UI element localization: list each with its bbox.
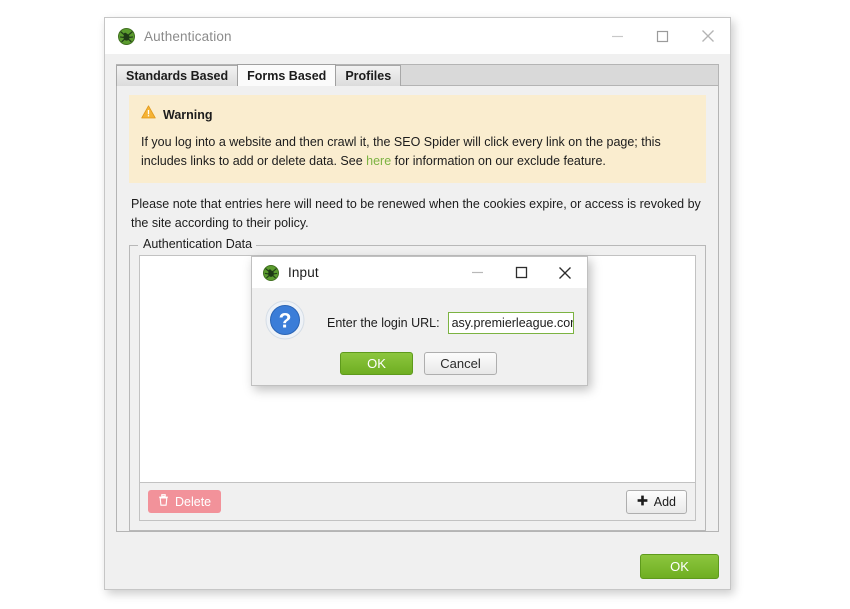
close-icon[interactable] (543, 257, 587, 288)
main-window-controls (595, 18, 730, 54)
group-top-border-left (129, 245, 138, 246)
warning-text: If you log into a website and then crawl… (141, 133, 694, 171)
minimize-icon[interactable] (595, 18, 640, 54)
main-window-footer: OK (105, 543, 730, 589)
spider-icon (263, 264, 279, 281)
delete-button-label: Delete (175, 494, 212, 509)
minimize-icon[interactable] (455, 257, 499, 288)
group-top-border-right (255, 245, 706, 246)
add-button-label: Add (653, 494, 676, 509)
warning-here-link[interactable]: here (366, 154, 391, 168)
authentication-data-toolbar: Delete Add (140, 482, 695, 520)
warning-title: Warning (163, 107, 213, 122)
tab-standards-based[interactable]: Standards Based (116, 65, 239, 86)
dialog-button-row: OK Cancel (265, 352, 574, 375)
warning-box: Warning If you log into a website and th… (129, 95, 706, 183)
tab-standards-based-label: Standards Based (126, 69, 229, 83)
delete-button[interactable]: Delete (148, 490, 222, 513)
ok-button[interactable]: OK (640, 553, 719, 579)
dialog-prompt-row: ? Enter the login URL: asy.premierleague… (265, 300, 574, 345)
add-button[interactable]: Add (625, 489, 687, 514)
svg-text:?: ? (279, 310, 292, 333)
dialog-title: Input (288, 265, 319, 280)
tab-forms-based[interactable]: Forms Based (237, 64, 337, 86)
main-window-title: Authentication (144, 28, 232, 44)
dialog-cancel-button[interactable]: Cancel (424, 352, 497, 375)
tabstrip: Standards Based Forms Based Profiles (116, 64, 719, 86)
dialog-ok-button[interactable]: OK (340, 352, 413, 375)
dialog-body: ? Enter the login URL: asy.premierleague… (252, 288, 587, 385)
group-legend: Authentication Data (139, 237, 257, 251)
dialog-titlebar: Input (252, 257, 587, 288)
plus-icon (637, 495, 648, 509)
login-url-input[interactable]: asy.premierleague.com/ (447, 311, 574, 334)
login-url-label: Enter the login URL: (327, 315, 440, 330)
login-url-input-value: asy.premierleague.com/ (451, 315, 574, 330)
question-mark-icon: ? (265, 300, 305, 345)
close-icon[interactable] (685, 18, 730, 54)
warning-text-part2: for information on our exclude feature. (391, 154, 606, 168)
main-titlebar: Authentication (105, 18, 730, 54)
tab-profiles[interactable]: Profiles (335, 65, 402, 86)
maximize-icon[interactable] (640, 18, 685, 54)
warning-header: Warning (141, 105, 694, 124)
trash-icon (158, 494, 169, 509)
tab-forms-based-label: Forms Based (247, 68, 327, 83)
input-dialog: Input ? Enter the login URL: asy.premier… (251, 256, 588, 386)
tab-profiles-label: Profiles (345, 69, 392, 83)
maximize-icon[interactable] (499, 257, 543, 288)
spider-icon (118, 27, 135, 45)
note-text: Please note that entries here will need … (131, 197, 701, 230)
warning-triangle-icon (141, 105, 156, 124)
dialog-window-controls (455, 257, 587, 288)
